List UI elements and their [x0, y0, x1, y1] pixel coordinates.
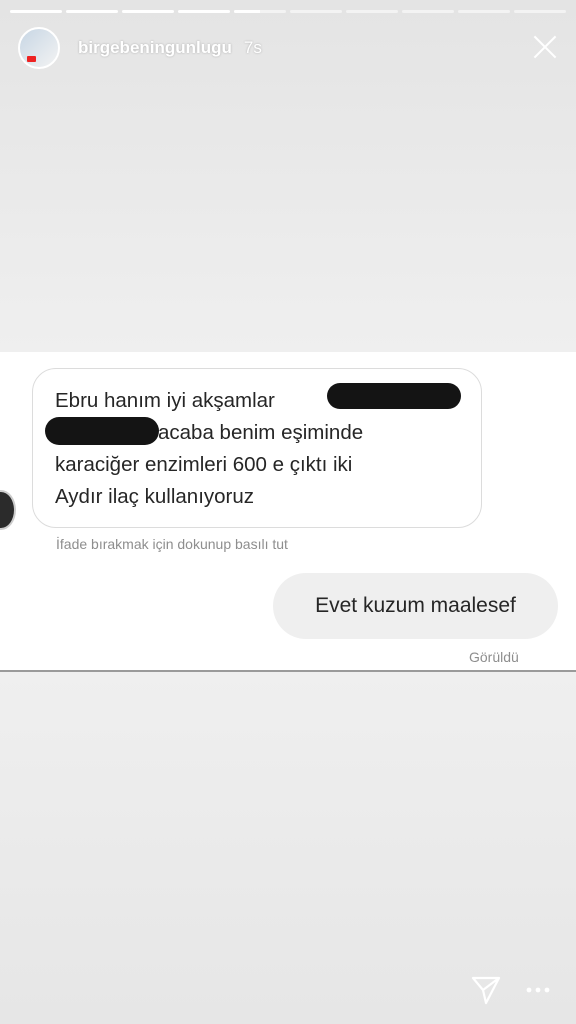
- progress-segment: [514, 10, 566, 13]
- reply-text: Evet kuzum maalesef: [315, 594, 516, 617]
- story-header: birgebeningunlugu 7s: [18, 26, 562, 70]
- progress-segment: [402, 10, 454, 13]
- progress-fill: [10, 10, 62, 13]
- username[interactable]: birgebeningunlugu: [78, 38, 232, 58]
- progress-segment: [458, 10, 510, 13]
- progress-segment: [346, 10, 398, 13]
- dm-screenshot-panel: Ebru hanım iyi akşamlar acaba benim eşim…: [0, 352, 576, 670]
- divider: [0, 670, 576, 672]
- progress-fill: [122, 10, 174, 13]
- story-timestamp: 7s: [243, 38, 262, 57]
- react-hint: İfade bırakmak için dokunup basılı tut: [56, 536, 288, 552]
- progress-fill: [234, 10, 260, 13]
- more-options-icon[interactable]: [526, 986, 550, 994]
- message-line: karaciğer enzimleri 600 e çıktı iki: [55, 453, 353, 476]
- progress-segment: [10, 10, 62, 13]
- progress-fill: [178, 10, 230, 13]
- incoming-message-bubble: Ebru hanım iyi akşamlar acaba benim eşim…: [32, 368, 482, 528]
- close-icon[interactable]: [530, 32, 560, 62]
- redaction-mark: [327, 383, 461, 409]
- youtube-badge-icon: [27, 56, 36, 62]
- story-progress-bar: [10, 10, 566, 13]
- progress-segment: [66, 10, 118, 13]
- redaction-mark: [45, 417, 159, 445]
- profile-avatar[interactable]: [18, 27, 60, 69]
- send-icon[interactable]: [470, 974, 502, 1006]
- progress-segment: [290, 10, 342, 13]
- sender-avatar: [0, 490, 16, 530]
- progress-fill: [66, 10, 118, 13]
- story-footer: [470, 974, 550, 1006]
- message-line: Aydır ilaç kullanıyoruz: [55, 485, 255, 508]
- outgoing-message-bubble: Evet kuzum maalesef: [273, 573, 558, 639]
- seen-status: Görüldü: [469, 649, 519, 665]
- story-background-bottom: [0, 672, 576, 1024]
- progress-segment: [122, 10, 174, 13]
- progress-segment: [234, 10, 286, 13]
- progress-segment: [178, 10, 230, 13]
